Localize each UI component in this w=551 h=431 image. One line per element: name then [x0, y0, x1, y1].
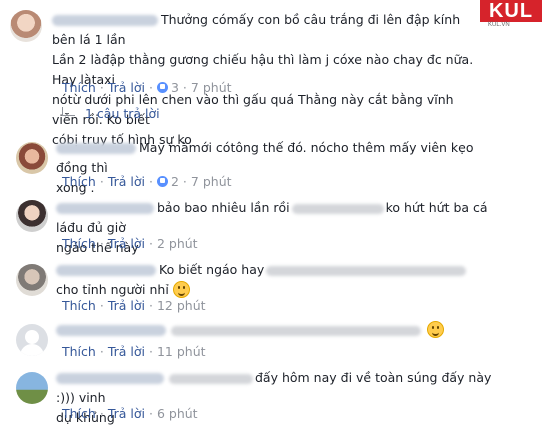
laughing-emoji-icon [172, 281, 190, 298]
timestamp[interactable]: 2 phút [157, 236, 198, 251]
reply-button[interactable]: Trả lời [108, 236, 145, 251]
timestamp[interactable]: 11 phút [157, 344, 206, 359]
reply-button[interactable]: Trả lời [108, 298, 145, 313]
timestamp[interactable]: 7 phút [191, 174, 232, 189]
avatar[interactable] [16, 372, 48, 404]
like-reaction-icon [156, 176, 168, 187]
logo-mark: KUL [480, 0, 542, 22]
like-reaction-icon [156, 82, 168, 93]
comment-text [56, 320, 496, 340]
mention[interactable] [171, 325, 421, 336]
reply-button[interactable]: Trả lời [108, 174, 145, 189]
reply-arrow-icon [62, 107, 75, 116]
comment-text: May màmới cótông thế đó. nócho thêm mấy … [56, 140, 474, 195]
avatar[interactable] [16, 200, 48, 232]
reply-button[interactable]: Trả lời [108, 80, 145, 95]
comment-actions: Thích · Trả lời · 6 phút [62, 406, 198, 421]
author-name[interactable] [56, 265, 156, 276]
avatar[interactable] [10, 10, 42, 42]
author-name[interactable] [56, 203, 154, 214]
mention[interactable] [266, 265, 467, 276]
mention[interactable] [291, 203, 384, 214]
mention[interactable] [169, 373, 253, 384]
comment-actions: Thích · Trả lời · 12 phút [62, 298, 206, 313]
avatar[interactable] [16, 264, 48, 296]
comment-actions: Thích · Trả lời · 11 phút [62, 344, 206, 359]
reaction-count[interactable]: 2 [171, 174, 179, 189]
like-button[interactable]: Thích [62, 236, 96, 251]
avatar[interactable] [16, 324, 48, 356]
timestamp[interactable]: 12 phút [157, 298, 206, 313]
like-button[interactable]: Thích [62, 298, 96, 313]
like-button[interactable]: Thích [62, 344, 96, 359]
comment-text: Ko biết ngáo hay cho tỉnh người nhỉ [56, 260, 496, 300]
author-name[interactable] [56, 325, 166, 336]
like-button[interactable]: Thích [62, 80, 96, 95]
like-button[interactable]: Thích [62, 406, 96, 421]
site-logo: KUL KUL.VN [480, 0, 546, 28]
reply-button[interactable]: Trả lời [108, 344, 145, 359]
smiley-emoji-icon [426, 321, 444, 338]
timestamp[interactable]: 6 phút [157, 406, 198, 421]
comment-actions: Thích · Trả lời · 3 · 7 phút [62, 80, 232, 95]
reaction-count[interactable]: 3 [171, 80, 179, 95]
avatar[interactable] [16, 142, 48, 174]
logo-subtext: KUL.VN [488, 22, 510, 28]
comment-actions: Thích · Trả lời · 2 phút [62, 236, 198, 251]
timestamp[interactable]: 7 phút [191, 80, 232, 95]
author-name[interactable] [52, 15, 158, 26]
like-button[interactable]: Thích [62, 174, 96, 189]
comment-actions: Thích · Trả lời · 2 · 7 phút [62, 174, 232, 189]
reply-button[interactable]: Trả lời [108, 406, 145, 421]
view-replies-link[interactable]: 1 câu trả lời [62, 106, 160, 121]
author-name[interactable] [56, 143, 136, 154]
author-name[interactable] [56, 373, 164, 384]
